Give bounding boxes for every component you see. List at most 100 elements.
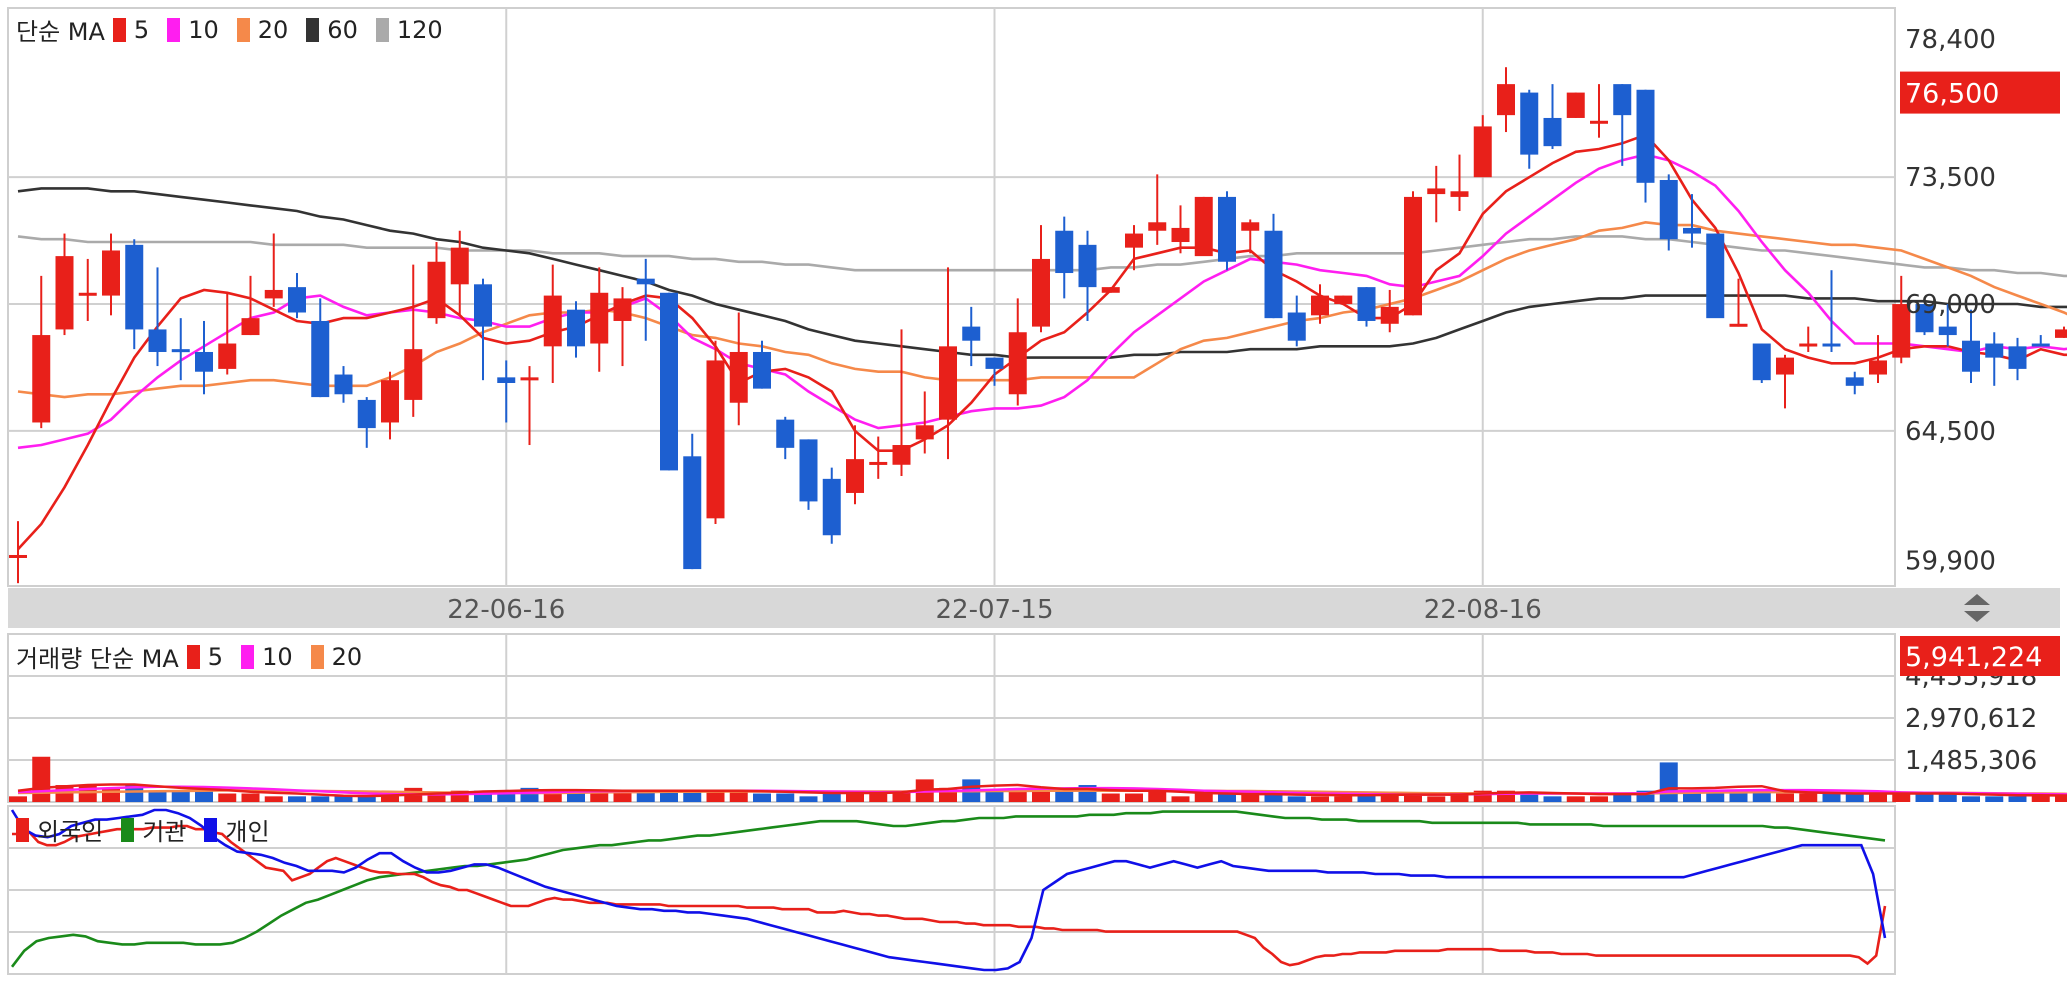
candle (706, 340, 725, 524)
price-legend: 단순 MA 5 10 20 60 120 (12, 12, 457, 47)
candle-body (148, 329, 167, 352)
vol-ma20-swatch (310, 644, 324, 669)
candle-body (939, 346, 957, 420)
vol-ma20-label: 20 (331, 642, 363, 671)
vol-ma5-swatch (186, 644, 200, 669)
investor-legend: 외국인 기관 개인 (12, 812, 284, 847)
candle (1566, 92, 1585, 118)
candle-body (729, 351, 748, 403)
candle-body (334, 374, 353, 395)
ma5-label: 5 (133, 15, 150, 44)
volume-bar (1008, 790, 1027, 802)
candle (1706, 233, 1725, 319)
candle-body (357, 399, 376, 429)
volume-bar (288, 796, 306, 802)
candle (1101, 287, 1120, 293)
volume-bar (799, 796, 818, 802)
ma60-label: 60 (327, 15, 358, 44)
stock-chart: 78,400 73,500 69,000 64,500 59,900 76,500 22-… (7, 7, 2067, 975)
volume-bar (1566, 796, 1585, 802)
investor-panel (7, 805, 1896, 975)
volume-bar (1125, 793, 1143, 802)
candle-body (311, 320, 330, 398)
volume-bar (195, 790, 213, 802)
volume-bar (776, 793, 795, 802)
volume-bar (218, 793, 237, 802)
candle-body (1799, 343, 1818, 347)
candle-body (1450, 191, 1469, 197)
candle-body (1845, 377, 1864, 386)
candle-body (218, 343, 237, 369)
price-tick-label: 73,500 (1905, 163, 1996, 193)
individual-label: 개인 (225, 818, 270, 846)
volume-tick-label: 2,970,612 (1905, 704, 2037, 734)
candle (2008, 337, 2027, 381)
volume-bar (822, 793, 841, 802)
candle-body (1683, 227, 1701, 234)
volume-bar (1334, 796, 1353, 802)
candle-body (1032, 258, 1050, 327)
candle-body (613, 298, 632, 321)
candle-body (1148, 222, 1167, 231)
candle-body (543, 295, 562, 347)
price-tick-label: 59,900 (1905, 547, 1996, 577)
candle-body (915, 425, 934, 440)
candle-body (846, 459, 864, 493)
candle-body (706, 360, 725, 519)
volume-bar (102, 787, 120, 802)
panel-resize-arrows-icon[interactable] (1962, 592, 1992, 624)
candle-body (1636, 89, 1655, 183)
volume-bar (1659, 762, 1678, 802)
candle (799, 439, 818, 510)
individual-swatch (204, 817, 218, 842)
candle-body (1752, 343, 1771, 381)
last-price-label: 76,500 (1905, 79, 1999, 110)
volume-bar (1171, 796, 1190, 802)
candle-body (1055, 230, 1074, 274)
candle-body (1241, 222, 1260, 231)
candle-body (1520, 92, 1539, 155)
candle-body (590, 292, 609, 344)
volume-bar (1892, 793, 1911, 802)
candle-body (1566, 92, 1585, 118)
candle-body (2008, 346, 2027, 369)
candle-body (404, 349, 423, 400)
ma120-label: 120 (396, 15, 443, 44)
volume-bar (1194, 793, 1213, 802)
institution-label: 기관 (142, 818, 187, 846)
volume-bar (311, 796, 330, 802)
volume-legend-title: 거래량 단순 MA (16, 645, 179, 673)
vol-ma10-swatch (241, 644, 255, 669)
candle-body (1101, 287, 1120, 293)
candle-body (1404, 196, 1422, 316)
candle-body (1659, 179, 1678, 240)
volume-bar (264, 796, 283, 802)
volume-bar (2055, 796, 2067, 802)
candle-body (567, 309, 585, 347)
date-tick-label: 22-08-16 (1424, 595, 1542, 625)
candle-body (1078, 244, 1097, 288)
candle-body (1822, 343, 1841, 347)
candle-body (660, 292, 678, 471)
candle (1752, 343, 1771, 383)
volume-bar (2008, 796, 2027, 802)
volume-bar (1287, 796, 1306, 802)
volume-axis: 4,455,9182,970,6121,485,3065,941,224 (1900, 636, 2060, 776)
volume-bar (9, 796, 27, 802)
volume-bar (1845, 793, 1864, 802)
candle-body (288, 287, 306, 313)
volume-bar (1311, 796, 1329, 802)
candle (1962, 309, 1980, 383)
volume-tick-label: 1,485,306 (1905, 746, 2037, 776)
candle-body (892, 445, 911, 465)
candle (1218, 191, 1236, 271)
candle-body (636, 278, 655, 285)
candle (1194, 196, 1213, 257)
ma120-swatch (375, 17, 389, 42)
candle-body (381, 380, 399, 423)
candle-body (1962, 340, 1980, 372)
candle (2055, 326, 2067, 338)
candle-body (1497, 84, 1515, 116)
candle-body (822, 478, 841, 536)
candle-body (1776, 357, 1794, 375)
